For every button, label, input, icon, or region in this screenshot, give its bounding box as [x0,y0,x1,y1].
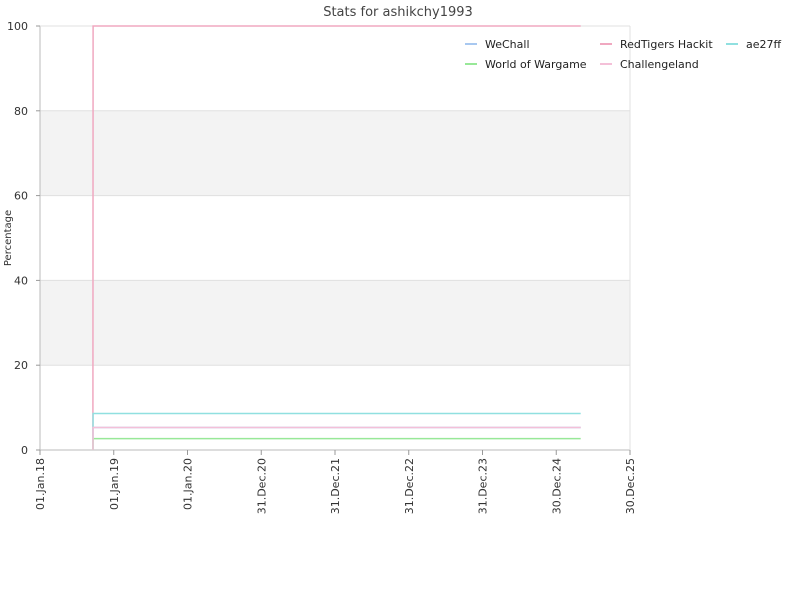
y-axis-label: Percentage [3,210,14,266]
x-tick-label: 31.Dec.22 [403,458,416,514]
x-tick-label: 01.Jan.18 [34,458,47,510]
x-tick-label: 30.Dec.24 [550,458,563,514]
x-tick-label: 01.Jan.19 [108,458,121,510]
y-tick-label: 40 [14,274,28,287]
x-tick-label: 31.Dec.21 [329,458,342,514]
series-line-ae27ff [92,412,581,451]
x-tick-label: 30.Dec.25 [624,458,637,514]
y-tick-label: 100 [7,20,28,33]
background-band [40,280,630,366]
x-tick-label: 31.Dec.23 [477,458,490,514]
chart-title: Stats for ashikchy1993 [323,5,473,20]
legend-label-world-of-wargame: World of Wargame [485,58,587,71]
legend-label-ae27ff: ae27ff [746,38,782,51]
y-tick-label: 80 [14,105,28,118]
line-chart: 0 20 40 60 80 100 01.Jan.18 01.Jan.19 01.Jan.20 3… [3,5,782,514]
y-tick-label: 60 [14,190,28,203]
background-band [40,110,630,196]
legend-label-wechall: WeChall [485,38,530,51]
x-tick-label: 31.Dec.20 [255,458,268,514]
chart-root: 0 20 40 60 80 100 01.Jan.18 01.Jan.19 01.Jan.20 3… [0,0,800,600]
legend: WeChall RedTigers Hackit ae27ff World of Wa… [465,38,782,71]
y-tick-label: 0 [21,444,28,457]
legend-label-challengeland: Challengeland [620,58,699,71]
series-line-redtigers-hackit [92,25,581,451]
legend-label-redtigers-hackit: RedTigers Hackit [620,38,713,51]
series-line-world-of-wargame [92,437,581,451]
y-tick-label: 20 [14,359,28,372]
x-tick-label: 01.Jan.20 [182,458,195,510]
